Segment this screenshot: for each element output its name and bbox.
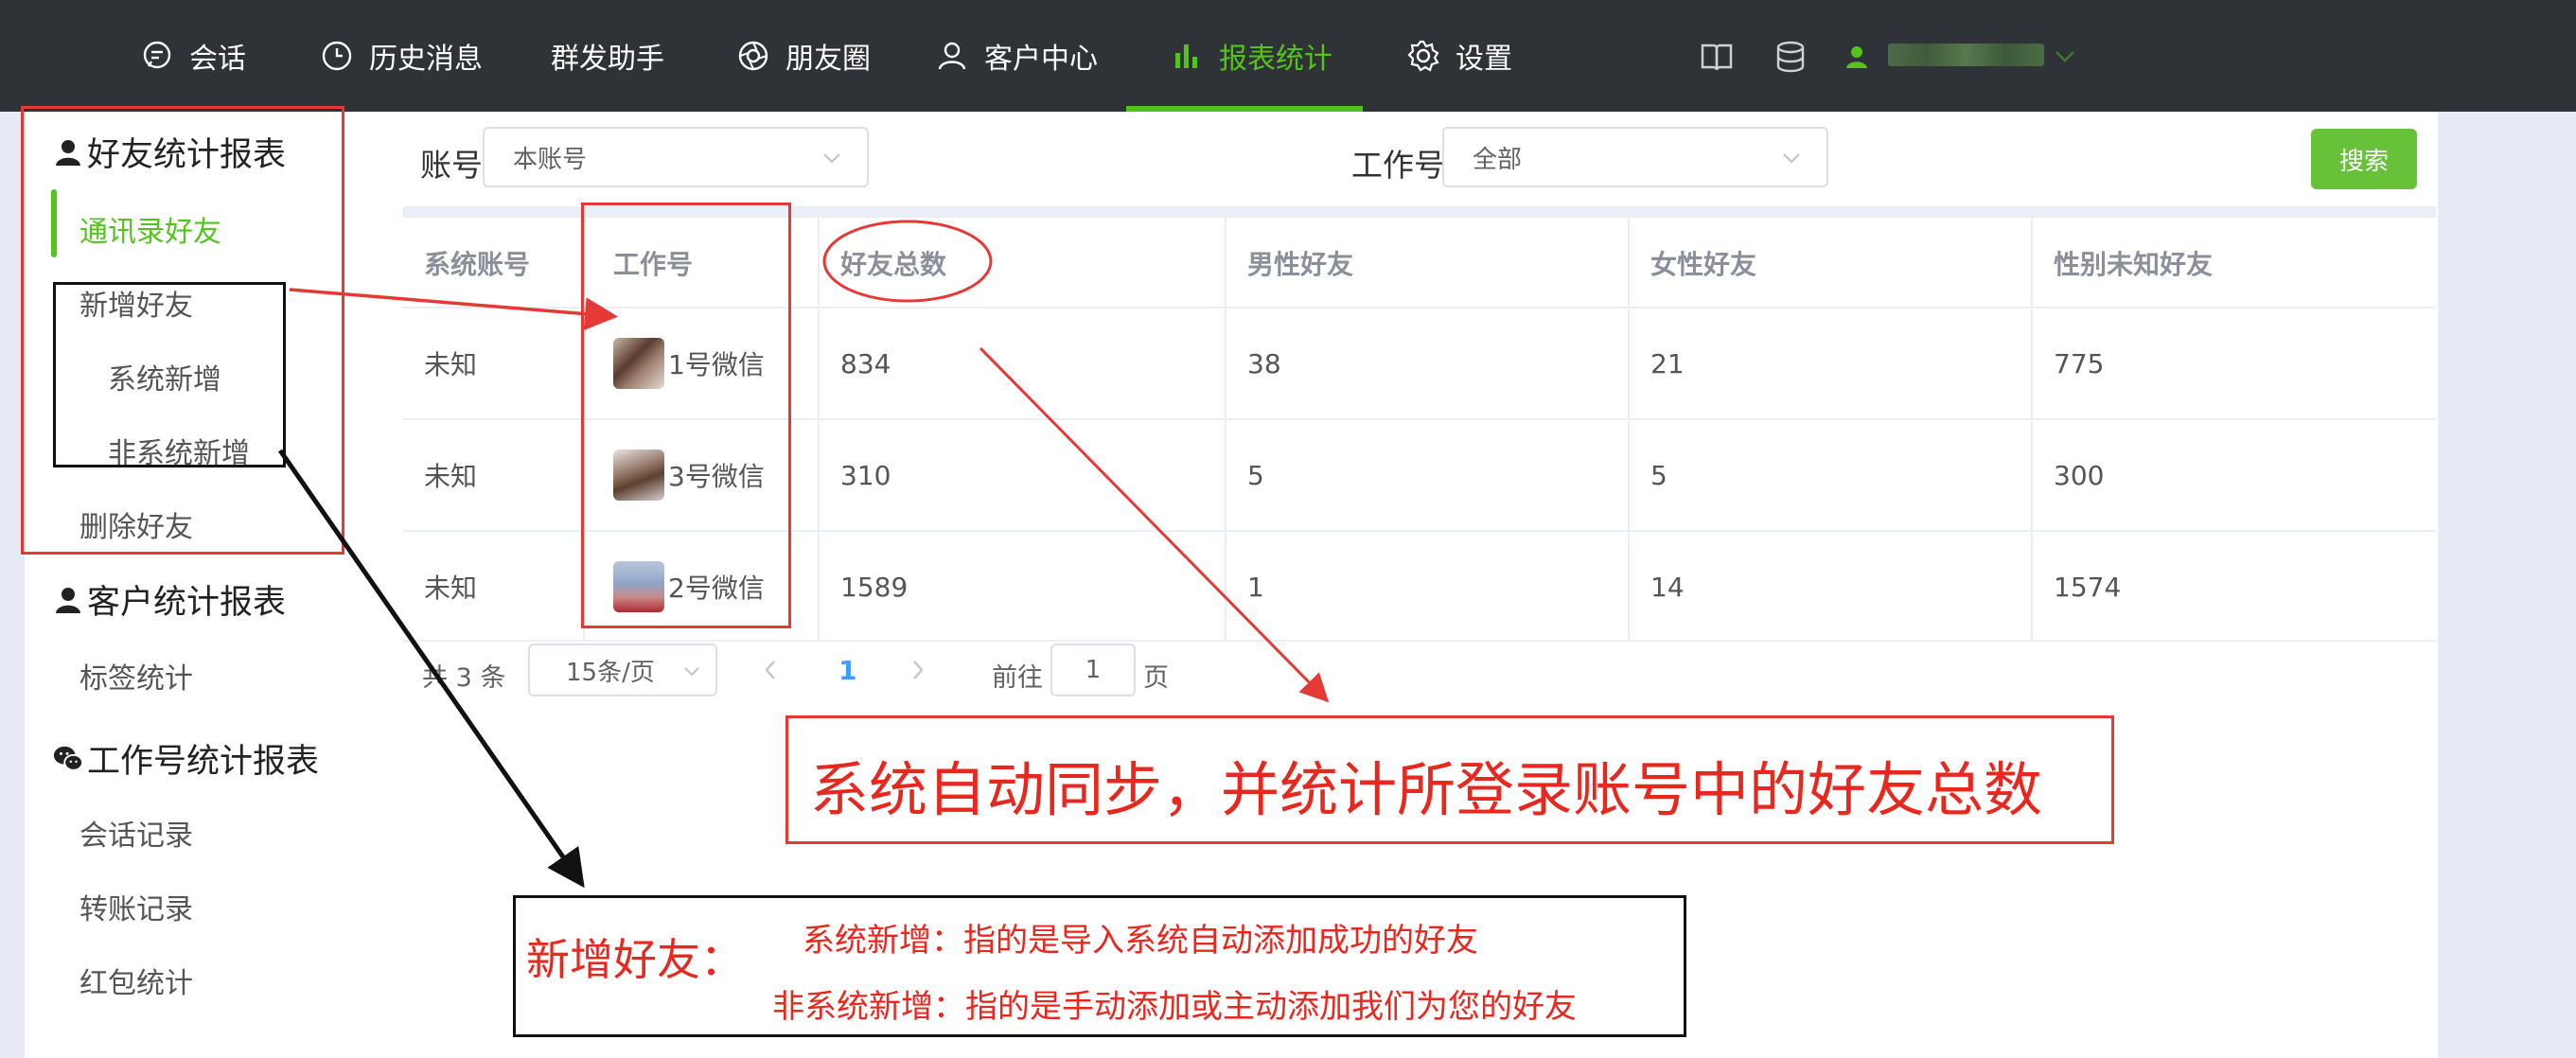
top-nav-bar: 会话 历史消息 群发助手 朋友圈 客户中心 报表统计 设置 [0, 0, 2576, 112]
column-divider [1628, 218, 1630, 642]
column-header-system-account: 系统账号 [424, 249, 531, 280]
nav-label: 会话 [189, 43, 246, 76]
annotation-box-worknum-column [581, 203, 791, 628]
table-cell: 5 [1247, 459, 1264, 491]
sidebar-item-transfer-records[interactable]: 转账记录 [79, 886, 193, 927]
nav-item-settings[interactable]: 设置 [1404, 0, 1512, 112]
table-cell: 775 [2054, 347, 2105, 379]
table-cell: 未知 [424, 461, 478, 492]
bar-chart-icon [1168, 37, 1206, 75]
sidebar-item-red-packet-stats[interactable]: 红包统计 [79, 960, 193, 1001]
wechat-icon [53, 746, 83, 771]
table-cell: 1574 [2054, 571, 2122, 603]
nav-label: 报表统计 [1219, 43, 1332, 76]
table-cell: 21 [1650, 347, 1685, 379]
sidebar-item-chat-records[interactable]: 会话记录 [79, 812, 193, 854]
page-unit-label: 页 [1143, 663, 1169, 693]
table-cell: 300 [2054, 459, 2105, 491]
book-icon[interactable] [1698, 38, 1736, 76]
column-header-friend-total: 好友总数 [840, 249, 947, 280]
goto-label: 前往 [992, 663, 1043, 693]
account-select[interactable]: 本账号 [483, 127, 869, 187]
column-header-unknown-gender: 性别未知好友 [2054, 249, 2214, 280]
nav-label: 客户中心 [984, 43, 1098, 76]
column-divider [1225, 218, 1226, 642]
annotation-box-new-friends [53, 282, 286, 467]
table-cell: 1 [1247, 571, 1264, 603]
nav-item-history[interactable]: 历史消息 [318, 0, 483, 112]
sidebar-item-tag-stats[interactable]: 标签统计 [79, 655, 193, 697]
worknum-label: 工作号 [1351, 147, 1445, 184]
user-icon [933, 37, 971, 75]
nav-item-report-stats[interactable]: 报表统计 [1168, 0, 1332, 112]
account-label: 账号 [420, 147, 483, 184]
chevron-down-icon[interactable] [2046, 38, 2084, 76]
chevron-down-icon [1783, 153, 1800, 164]
nav-item-moments[interactable]: 朋友圈 [734, 0, 871, 112]
page-size-value: 15条/页 [566, 658, 655, 687]
nav-item-mass-send[interactable]: 群发助手 [551, 0, 664, 112]
nav-item-chat[interactable]: 会话 [138, 0, 246, 112]
nav-label: 历史消息 [369, 43, 483, 76]
goto-page-input[interactable]: 1 [1050, 644, 1136, 697]
pagination-total: 共 3 条 [422, 663, 506, 693]
username-blurred[interactable] [1888, 44, 2044, 66]
prev-page-icon[interactable] [763, 659, 778, 681]
table-cell: 未知 [424, 349, 478, 380]
table-cell: 未知 [424, 573, 478, 604]
clock-icon [318, 37, 356, 75]
sidebar-group-worknum-report[interactable]: 工作号统计报表 [53, 734, 319, 783]
nav-label: 设置 [1456, 43, 1512, 76]
column-divider [2031, 218, 2033, 642]
account-select-value: 本账号 [513, 145, 588, 174]
nav-item-customer-center[interactable]: 客户中心 [933, 0, 1098, 112]
next-page-icon[interactable] [910, 659, 926, 681]
column-divider [818, 218, 820, 642]
user-avatar-icon[interactable] [1838, 38, 1876, 76]
worknum-select-value: 全部 [1473, 145, 1523, 174]
nav-label: 群发助手 [551, 43, 664, 76]
table-cell: 834 [840, 347, 891, 379]
column-header-male-friends: 男性好友 [1247, 249, 1354, 280]
table-cell: 310 [840, 459, 891, 491]
annotation-sync-note: 系统自动同步，并统计所登录账号中的好友总数 [810, 755, 2043, 824]
annotation-system-new-desc: 系统新增：指的是导入系统自动添加成功的好友 [803, 922, 1478, 960]
gear-icon [1404, 37, 1442, 75]
annotation-new-friend-title: 新增好友： [526, 934, 744, 985]
table-cell: 38 [1247, 347, 1281, 379]
annotation-non-system-new-desc: 非系统新增：指的是手动添加或主动添加我们为您的好友 [772, 988, 1577, 1026]
nav-label: 朋友圈 [785, 43, 871, 76]
sidebar-group-customer-report[interactable]: 客户统计报表 [56, 575, 286, 624]
page-size-select[interactable]: 15条/页 [528, 644, 717, 697]
current-page[interactable]: 1 [838, 655, 856, 686]
table-cell: 14 [1650, 571, 1685, 603]
table-cell: 1589 [840, 571, 909, 603]
table-cell: 5 [1650, 459, 1667, 491]
search-button[interactable]: 搜索 [2311, 129, 2417, 189]
database-icon[interactable] [1772, 38, 1809, 76]
user-icon [56, 587, 80, 613]
chevron-down-icon [684, 667, 699, 677]
worknum-select[interactable]: 全部 [1442, 127, 1828, 187]
column-header-female-friends: 女性好友 [1650, 249, 1757, 280]
chat-icon [138, 37, 176, 75]
aperture-icon [734, 37, 772, 75]
chevron-down-icon [823, 153, 840, 164]
